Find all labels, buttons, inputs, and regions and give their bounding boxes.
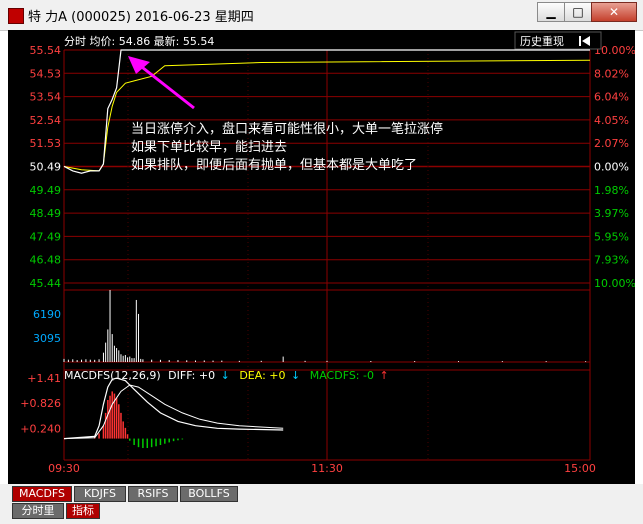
tab-bollfs[interactable]: BOLLFS xyxy=(180,486,238,502)
percent-tick-label: 5.95% xyxy=(594,230,629,243)
percent-tick-label: 0.00% xyxy=(594,161,629,174)
time-tick-label: 11:30 xyxy=(311,462,343,475)
price-tick-label: 52.54 xyxy=(30,114,62,127)
tab-macdfs[interactable]: MACDFS xyxy=(12,486,72,502)
macd-header: MACDFS(12,26,9) DIFF: +0 ↓ DEA: +0 ↓ MAC… xyxy=(64,369,389,382)
app-icon xyxy=(8,8,24,24)
price-tick-label: 46.48 xyxy=(30,254,62,267)
percent-tick-label: 2.07% xyxy=(594,137,629,150)
maximize-button[interactable]: □ xyxy=(564,2,592,22)
dea-down-arrow-icon: ↓ xyxy=(291,369,300,382)
time-axis: 09:30 11:30 15:00 xyxy=(48,462,596,475)
title-bar[interactable]: 特 力A (000025) 2016-06-23 星期四 ▁ □ ✕ xyxy=(0,0,643,31)
price-tick-label: 47.49 xyxy=(30,230,62,243)
window-title: 特 力A (000025) 2016-06-23 星期四 xyxy=(28,10,254,25)
tab-fenshi[interactable]: 分时里 xyxy=(12,503,64,519)
annotation-arrow xyxy=(128,56,195,110)
volume-bars xyxy=(63,290,587,362)
diff-down-arrow-icon: ↓ xyxy=(221,369,230,382)
history-replay-button[interactable]: 历史重现 xyxy=(514,31,602,50)
annotation-line-2: 如果下单比较早，能扫进去 xyxy=(131,139,287,155)
minimize-button[interactable]: ▁ xyxy=(537,2,565,22)
tab-zhibiao[interactable]: 指标 xyxy=(66,503,100,519)
stock-chart-panel[interactable]: 55.54 54.53 53.54 52.54 51.53 50.49 49.49 48.49… xyxy=(8,30,635,484)
price-tick-label: 51.53 xyxy=(30,137,62,150)
price-tick-label: 45.44 xyxy=(30,277,62,290)
time-tick-label: 09:30 xyxy=(48,462,80,475)
percent-tick-label: 6.04% xyxy=(594,91,629,104)
percent-tick-label: 10.00% xyxy=(594,277,635,290)
price-tick-label: 48.49 xyxy=(30,207,62,220)
annotation-line-3: 如果排队，即便后面有抛单，但基本都是大单吃了 xyxy=(131,157,417,173)
time-tick-label: 15:00 xyxy=(564,462,596,475)
macd-diff: DIFF: +0 xyxy=(168,369,215,382)
intraday-header: 分时 均价: 54.86 最新: 55.54 xyxy=(64,34,214,48)
price-tick-label: 53.54 xyxy=(30,91,62,104)
percent-tick-label: 3.97% xyxy=(594,207,629,220)
macd-value: MACDFS: -0 xyxy=(310,369,374,382)
percent-tick-label: 1.98% xyxy=(594,184,629,197)
price-tick-label: 55.54 xyxy=(30,44,62,57)
volume-tick-label: 3095 xyxy=(33,332,61,345)
close-button[interactable]: ✕ xyxy=(591,2,637,22)
annotation-line-1: 当日涨停介入，盘口来看可能性很小，大单一笔拉涨停 xyxy=(131,121,443,137)
macd-up-arrow-icon: ↑ xyxy=(379,369,388,382)
tab-kdjfs[interactable]: KDJFS xyxy=(74,486,126,502)
price-axis: 55.54 54.53 53.54 52.54 51.53 50.49 49.49 48.49… xyxy=(30,44,62,290)
percent-tick-label: 4.05% xyxy=(594,114,629,127)
volume-axis: 6190 3095 xyxy=(33,308,61,345)
percent-tick-label: 8.02% xyxy=(594,67,629,80)
macd-axis: +1.41 +0.826 +0.240 xyxy=(20,372,61,435)
price-tick-label: 50.49 xyxy=(30,161,62,174)
macd-dea: DEA: +0 xyxy=(239,369,285,382)
price-tick-label: 54.53 xyxy=(30,67,62,80)
percent-axis: 10.00% 8.02% 6.04% 4.05% 2.07% 0.00% 1.98% 3.97… xyxy=(594,44,635,290)
macd-histogram xyxy=(93,391,184,448)
percent-tick-label: 7.93% xyxy=(594,254,629,267)
macd-tick-label: +1.41 xyxy=(27,372,61,385)
volume-tick-label: 6190 xyxy=(33,308,61,321)
price-tick-label: 49.49 xyxy=(30,184,62,197)
macd-tick-label: +0.826 xyxy=(20,397,61,410)
intraday-chart[interactable]: 55.54 54.53 53.54 52.54 51.53 50.49 49.49 48.49… xyxy=(8,30,635,484)
macd-tick-label: +0.240 xyxy=(20,422,61,435)
history-replay-label: 历史重现 xyxy=(520,34,564,48)
app-window: 特 力A (000025) 2016-06-23 星期四 ▁ □ ✕ 55.54… xyxy=(0,0,643,524)
tab-rsifs[interactable]: RSIFS xyxy=(128,486,178,502)
